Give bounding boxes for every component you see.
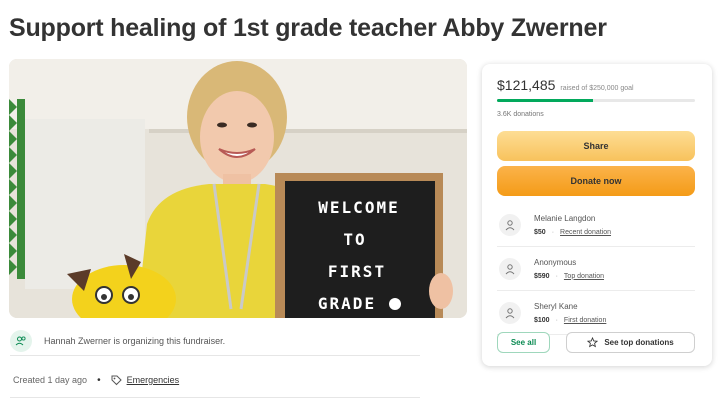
donation-count: 3.6K donations <box>497 111 544 118</box>
people-icon <box>10 329 32 352</box>
created-date: Created 1 day ago <box>13 375 88 385</box>
donor-amount: $50 <box>534 228 546 236</box>
meta-separator: • <box>97 374 101 386</box>
see-top-donations-button[interactable]: See top donations <box>566 332 695 353</box>
donor-label-link[interactable]: Recent donation <box>560 229 611 236</box>
tag-icon <box>111 375 122 386</box>
donation-card: $121,485 raised of $250,000 goal 3.6K do… <box>482 64 712 366</box>
donor-separator: · <box>555 272 558 280</box>
see-all-button[interactable]: See all <box>497 332 550 353</box>
share-button[interactable]: Share <box>497 131 695 161</box>
goal-text: raised of $250,000 goal <box>560 85 634 92</box>
donor-item: Sheryl Kane $100 · First donation <box>497 291 695 335</box>
donor-separator: · <box>555 316 558 324</box>
category-link[interactable]: Emergencies <box>127 375 180 385</box>
progress-fill <box>497 99 594 102</box>
board-line-1: WELCOME <box>318 198 399 217</box>
donor-amount: $590 <box>534 272 550 280</box>
board-line-2: TO <box>343 230 366 249</box>
donor-label-link[interactable]: First donation <box>564 317 606 324</box>
donor-label-link[interactable]: Top donation <box>564 273 604 280</box>
organizer-text: Hannah Zwerner is organizing this fundra… <box>44 335 226 346</box>
donor-separator: · <box>551 228 555 236</box>
progress-bar <box>497 99 695 102</box>
divider <box>10 397 420 398</box>
teacher-photo: WELCOME TO FIRST GRADE <box>9 59 467 318</box>
donor-icon <box>499 257 521 280</box>
page-title: Support healing of 1st grade teacher Abb… <box>9 14 607 42</box>
fundraiser-meta: Created 1 day ago • Emergencies <box>13 372 179 388</box>
raised-amount: $121,485 <box>497 77 556 93</box>
donate-now-button[interactable]: Donate now <box>497 166 695 196</box>
donor-item: Melanie Langdon $50 · Recent donation <box>497 203 695 247</box>
donor-amount: $100 <box>534 316 550 324</box>
see-top-donations-label: See top donations <box>604 338 674 347</box>
organizer-row: Hannah Zwerner is organizing this fundra… <box>10 326 420 356</box>
donor-name: Melanie Langdon <box>534 213 596 223</box>
board-line-4: GRADE <box>318 294 376 313</box>
hero-photo: WELCOME TO FIRST GRADE <box>9 59 467 318</box>
star-icon <box>587 337 599 348</box>
donor-name: Sheryl Kane <box>534 301 578 311</box>
donor-name: Anonymous <box>534 257 577 267</box>
donor-icon <box>499 213 521 236</box>
board-line-3: FIRST <box>328 262 386 281</box>
donor-item: Anonymous $590 · Top donation <box>497 247 695 291</box>
donor-icon <box>499 301 521 324</box>
raised-summary: $121,485 raised of $250,000 goal <box>497 77 634 93</box>
